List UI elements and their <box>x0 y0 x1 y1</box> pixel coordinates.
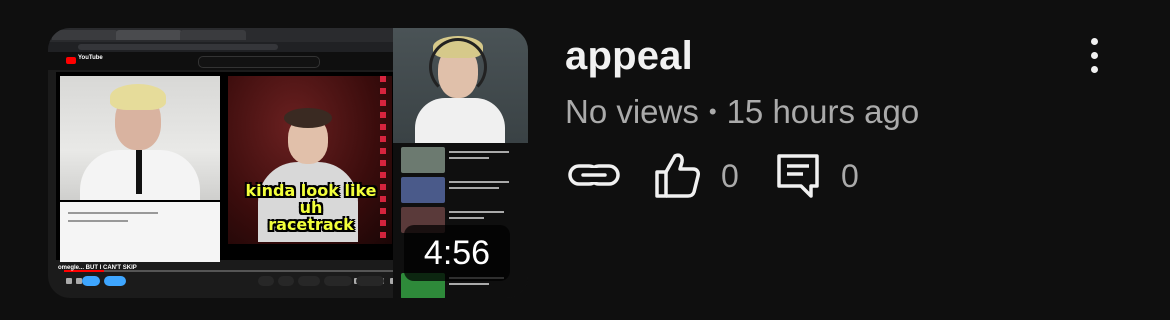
video-title[interactable]: appeal <box>565 34 693 79</box>
video-list-item[interactable]: YouTube kinda look like uh racetrack ome… <box>0 0 1170 320</box>
meta-separator: • <box>708 99 717 124</box>
more-vertical-icon[interactable] <box>1080 36 1110 76</box>
action-row: 0 0 <box>565 150 985 202</box>
thumbs-up-icon[interactable] <box>653 150 701 200</box>
like-count: 0 <box>721 158 739 194</box>
thumbnail-caption: kinda look like uh racetrack <box>236 182 386 233</box>
comment-count: 0 <box>841 158 859 194</box>
youtube-wordmark: YouTube <box>78 55 103 61</box>
embedded-channel-row <box>58 274 388 288</box>
embedded-video-title: omegle... BUT I CAN'T SKIP <box>58 265 137 271</box>
view-count: No views <box>565 93 699 130</box>
search-bar <box>198 56 320 68</box>
caption-line-2: racetrack <box>268 215 354 234</box>
video-meta: No views • 15 hours ago <box>565 93 919 131</box>
link-icon[interactable] <box>567 158 621 192</box>
caption-line-1: kinda look like uh <box>245 181 377 217</box>
youtube-header: YouTube <box>48 52 393 70</box>
browser-address-bar <box>48 42 393 52</box>
upload-age: 15 hours ago <box>726 93 920 130</box>
browser-tab-strip <box>48 28 393 42</box>
video-player-frame: kinda look like uh racetrack <box>56 72 396 284</box>
chat-panel <box>60 202 220 262</box>
streamer-webcam <box>393 28 528 143</box>
webcam-left <box>60 76 220 200</box>
youtube-logo-icon <box>66 57 76 64</box>
duration-badge: 4:56 <box>404 225 510 281</box>
comment-icon[interactable] <box>775 152 821 200</box>
